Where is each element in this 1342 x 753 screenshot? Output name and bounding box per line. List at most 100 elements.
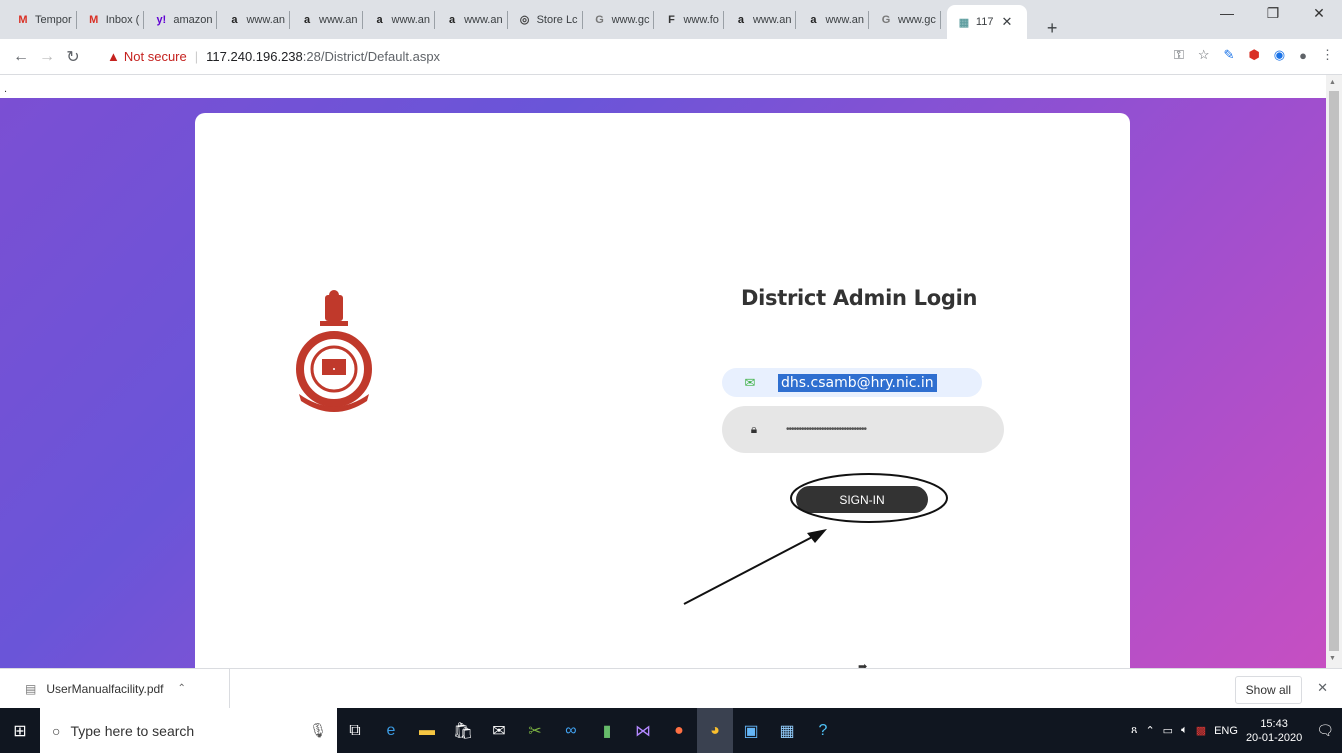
taskbar-apps: ⧉ e ▬ 🛍︎ ✉ ✂ ∞ ▮ ⋈ ● ◕ ▣ ▦ ? xyxy=(337,708,841,753)
firefox-icon[interactable]: ● xyxy=(661,708,697,753)
tab-active[interactable]: ▦ 117 ✕ xyxy=(946,5,1027,39)
language-label[interactable]: ENG xyxy=(1214,725,1238,737)
page-content: . District Admin Login ✉ dhs.csamb@hry.n… xyxy=(0,75,1326,668)
menu-icon[interactable]: ⋮ xyxy=(1321,47,1334,63)
login-card: District Admin Login ✉ dhs.csamb@hry.nic… xyxy=(195,113,1130,668)
extension-blue-icon[interactable]: ◉ xyxy=(1274,47,1285,63)
chrome-icon[interactable]: ◕ xyxy=(697,708,733,753)
extension-cube-icon[interactable]: ⬢ xyxy=(1248,47,1259,63)
tab[interactable]: ◎ Store Lc xyxy=(514,10,583,29)
tab-list: M Tempor M Inbox (y! amazon a www.an a www.an a ww… xyxy=(0,0,947,39)
tab-label: Store Lc xyxy=(536,13,578,26)
tab[interactable]: Fwww.fo xyxy=(660,10,724,29)
mic-icon[interactable]: 🎙︎ xyxy=(309,722,327,739)
stray-dot: . xyxy=(4,83,8,95)
windows-start-icon[interactable]: ⊞ xyxy=(0,721,40,741)
password-value[interactable]: •••••••••••••••••••••••••••••••• xyxy=(786,424,867,435)
notifications-icon[interactable]: 🗨︎ xyxy=(1316,722,1334,739)
email-field[interactable]: ✉ dhs.csamb@hry.nic.in xyxy=(722,368,982,397)
forward-icon[interactable]: → xyxy=(34,48,60,66)
network-icon[interactable]: ▭ xyxy=(1163,724,1173,737)
help-icon[interactable]: ? xyxy=(805,708,841,753)
file-explorer-icon[interactable]: ▬ xyxy=(409,708,445,753)
key-icon[interactable]: ⚿ xyxy=(1174,47,1184,63)
sign-in-button[interactable]: SIGN-IN xyxy=(796,486,928,513)
chevron-up-icon[interactable]: ⌃ xyxy=(178,683,186,694)
tab-label: www.fo xyxy=(683,13,719,26)
email-value[interactable]: dhs.csamb@hry.nic.in xyxy=(778,373,937,392)
tab[interactable]: a www.an xyxy=(802,10,869,29)
tab-label: www.an xyxy=(391,13,431,26)
download-item[interactable]: ▤ UserManualfacility.pdf ⌃ xyxy=(0,668,230,709)
restore-icon[interactable]: ❐ xyxy=(1250,0,1296,28)
tab-label: Inbox ( xyxy=(105,13,140,26)
close-icon[interactable]: ✕ xyxy=(1001,14,1012,30)
tab[interactable]: a www.an xyxy=(296,10,363,29)
show-all-button[interactable]: Show all xyxy=(1234,676,1302,704)
lock-icon: 🔒︎ xyxy=(750,422,758,436)
star-icon[interactable]: ☆ xyxy=(1198,47,1210,63)
scroll-up-icon[interactable]: ▲ xyxy=(1329,79,1336,86)
store-icon[interactable]: 🛍︎ xyxy=(445,708,481,753)
url-text[interactable]: 117.240.196.238:28/District/Default.aspx xyxy=(206,49,440,64)
app-green-icon[interactable]: ▮ xyxy=(589,708,625,753)
snip-icon[interactable]: ✂ xyxy=(517,708,553,753)
mail-icon[interactable]: ✉ xyxy=(481,708,517,753)
tab[interactable]: a www.an xyxy=(223,10,290,29)
page-icon: ▦ xyxy=(958,16,970,29)
tab[interactable]: Gwww.gc xyxy=(875,10,941,29)
extension-pen-icon[interactable]: ✎ xyxy=(1224,47,1235,63)
tab[interactable]: a www.an xyxy=(441,10,508,29)
task-view-icon[interactable]: ⧉ xyxy=(337,708,373,753)
window-controls: — ❐ ✕ xyxy=(1204,0,1342,28)
tab[interactable]: a www.an xyxy=(730,10,797,29)
cortana-icon: ○ xyxy=(52,722,61,739)
scroll-thumb[interactable] xyxy=(1329,91,1339,651)
clock[interactable]: 15:43 20-01-2020 xyxy=(1246,717,1302,745)
not-secure-label[interactable]: Not secure xyxy=(124,49,187,64)
volume-icon[interactable]: 🔈︎ xyxy=(1181,724,1188,737)
tray-app-icon[interactable]: ▩ xyxy=(1196,724,1206,737)
amazon-icon: a xyxy=(303,13,311,26)
clock-time: 15:43 xyxy=(1260,717,1288,730)
close-window-icon[interactable]: ✕ xyxy=(1296,0,1342,28)
close-downloads-icon[interactable]: ✕ xyxy=(1317,680,1328,696)
scroll-arrow-icon: ➡ xyxy=(858,661,868,668)
app-icon[interactable]: ∞ xyxy=(553,708,589,753)
tab[interactable]: y! amazon xyxy=(150,10,218,29)
tab-label: www.an xyxy=(752,13,792,26)
tab-label: www.gc xyxy=(611,13,650,26)
tab[interactable]: Gwww.gc xyxy=(589,10,655,29)
envelope-icon: ✉ xyxy=(744,374,756,390)
tab-label: amazon xyxy=(173,13,213,26)
tab[interactable]: M Tempor xyxy=(12,10,77,29)
back-icon[interactable]: ← xyxy=(8,48,34,66)
minimize-icon[interactable]: — xyxy=(1204,0,1250,28)
amazon-icon: a xyxy=(231,13,238,26)
visual-studio-icon[interactable]: ⋈ xyxy=(625,708,661,753)
password-field[interactable]: 🔒︎ •••••••••••••••••••••••••••••••• xyxy=(722,406,1004,453)
edge-icon[interactable]: e xyxy=(373,708,409,753)
new-tab-button[interactable]: + xyxy=(1047,18,1067,39)
toolbar-icons: ⚿ ☆ ✎ ⬢ ◉ ● ⋮ xyxy=(1174,47,1334,63)
page-scrollbar[interactable]: ▲ ▼ xyxy=(1326,75,1342,668)
clock-date: 20-01-2020 xyxy=(1245,731,1303,744)
google-icon: G xyxy=(881,13,891,26)
address-bar[interactable]: ▲ Not secure | 117.240.196.238:28/Distri… xyxy=(107,44,1077,69)
pdf-file-icon: ▤ xyxy=(25,681,37,696)
tray-chevron-icon[interactable]: ⌃ xyxy=(1145,724,1154,737)
globe-icon: ◎ xyxy=(519,14,530,26)
tab-label: 117 xyxy=(975,16,994,28)
reload-icon[interactable]: ↻ xyxy=(60,47,86,67)
profile-avatar-icon[interactable]: ● xyxy=(1299,48,1307,63)
tab[interactable]: a www.an xyxy=(369,10,436,29)
notes-icon[interactable]: ▦ xyxy=(769,708,805,753)
remote-desktop-icon[interactable]: ▣ xyxy=(733,708,769,753)
tab-label: www.an xyxy=(319,13,358,26)
people-icon[interactable]: ጸ xyxy=(1131,724,1137,737)
scroll-down-icon[interactable]: ▼ xyxy=(1329,655,1336,662)
download-filename: UserManualfacility.pdf xyxy=(46,681,164,696)
tab[interactable]: M Inbox ( xyxy=(83,10,145,29)
warning-icon: ▲ xyxy=(107,49,120,64)
taskbar-search[interactable]: ○ Type here to search 🎙︎ xyxy=(40,708,337,753)
